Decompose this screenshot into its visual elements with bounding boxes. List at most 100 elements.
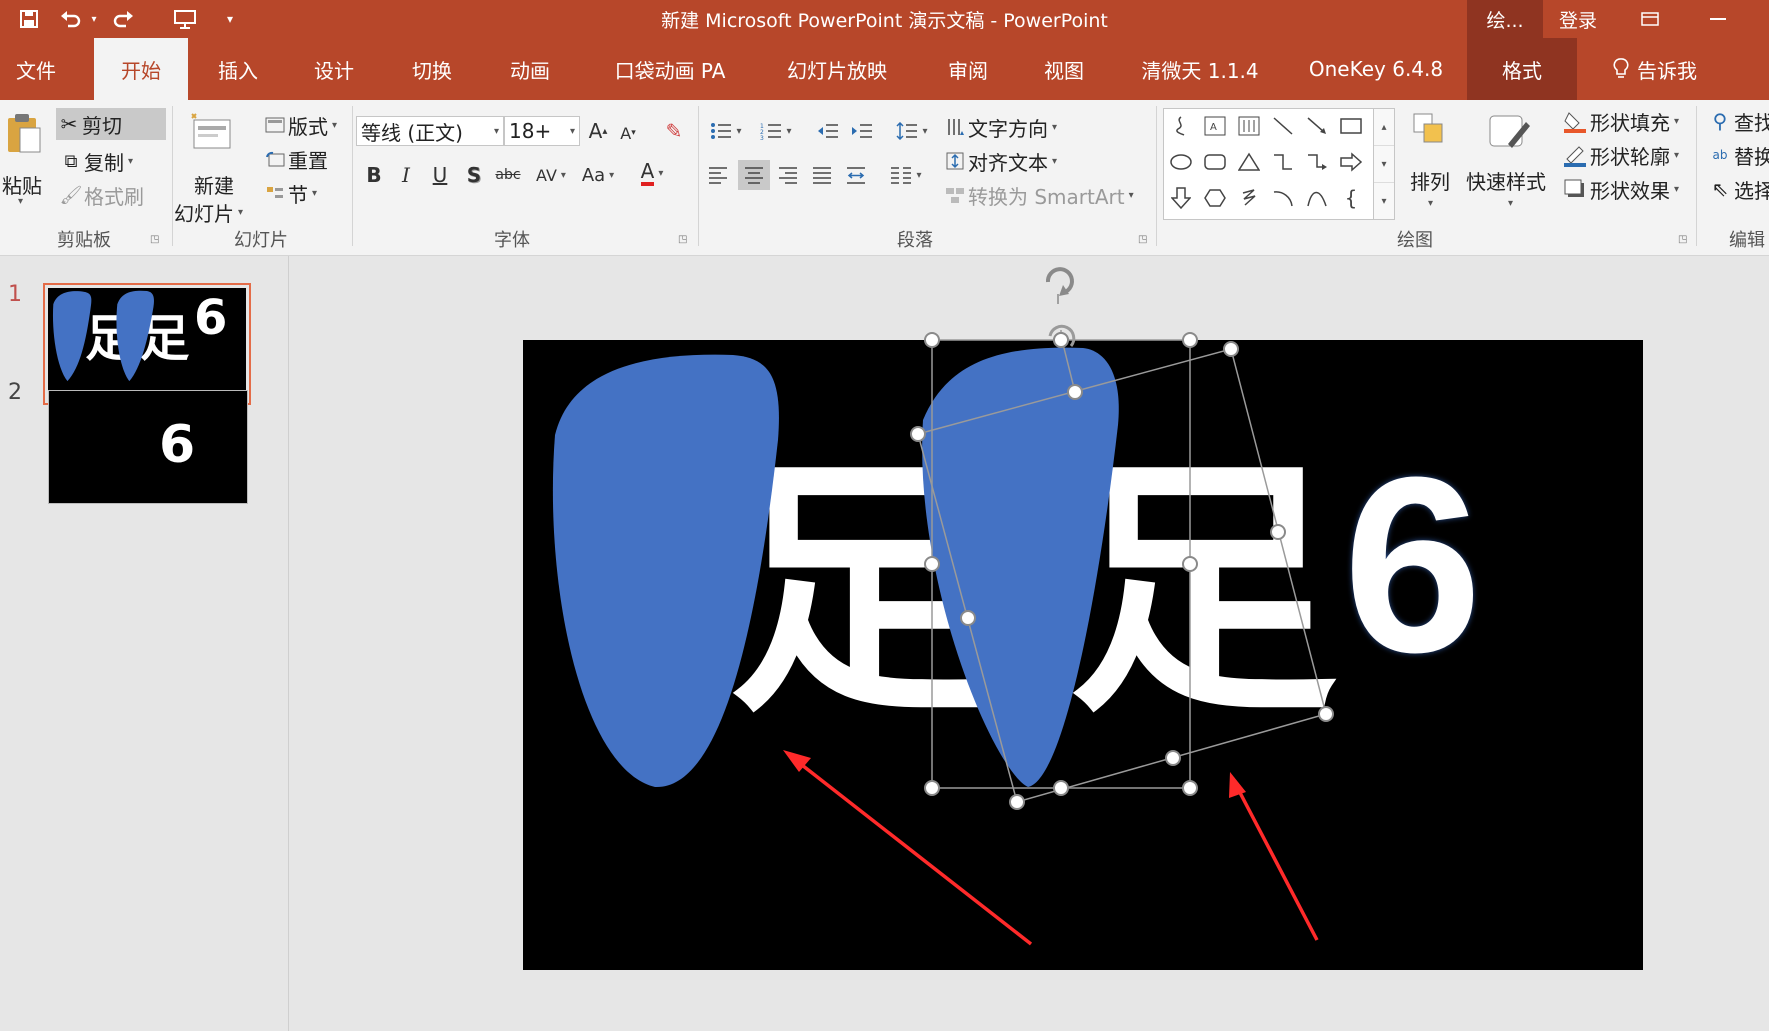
- tab-qingweitian[interactable]: 清微天 1.1.4: [1130, 38, 1270, 100]
- tab-slideshow[interactable]: 幻灯片放映: [772, 38, 902, 100]
- new-slide-label-1[interactable]: 新建: [194, 170, 234, 199]
- justify-icon[interactable]: [808, 160, 836, 190]
- undo-icon[interactable]: [56, 6, 86, 32]
- textbox-icon[interactable]: A: [1200, 111, 1230, 141]
- copy-button[interactable]: ⧉ 复制 ▾: [58, 146, 133, 176]
- increase-indent-icon[interactable]: [848, 116, 876, 146]
- new-slide-button[interactable]: 幻灯片 ▾: [174, 198, 243, 227]
- tab-file[interactable]: 文件: [0, 38, 72, 100]
- undo-dropdown-icon[interactable]: ▾: [88, 6, 100, 32]
- line-icon[interactable]: [1268, 111, 1298, 141]
- text-direction-button[interactable]: 文字方向 ▾: [942, 112, 1057, 142]
- save-icon[interactable]: [16, 6, 42, 32]
- tell-me-button[interactable]: 告诉我: [1590, 38, 1720, 100]
- line-spacing-icon[interactable]: ▾: [892, 116, 932, 146]
- bold-icon[interactable]: B: [360, 160, 388, 190]
- elbow-connector-icon[interactable]: [1268, 147, 1298, 177]
- arrange-button[interactable]: 排列: [1410, 166, 1450, 195]
- oval-icon[interactable]: [1166, 147, 1196, 177]
- triangle-icon[interactable]: [1234, 147, 1264, 177]
- down-arrow-icon[interactable]: [1166, 183, 1196, 213]
- clipboard-launcher-icon[interactable]: ◳: [150, 234, 159, 245]
- rounded-rectangle-icon[interactable]: [1200, 147, 1230, 177]
- arrange-dropdown-icon[interactable]: ▾: [1428, 198, 1433, 209]
- arrange-icon[interactable]: [1410, 110, 1450, 150]
- tab-format[interactable]: 格式: [1467, 38, 1577, 100]
- text-shadow-icon[interactable]: S: [460, 160, 488, 190]
- columns-icon[interactable]: ▾: [886, 160, 926, 190]
- font-color-icon[interactable]: A ▾: [630, 158, 674, 188]
- vertical-textbox-icon[interactable]: [1234, 111, 1264, 141]
- arrow-line-icon[interactable]: [1302, 111, 1332, 141]
- rectangle-icon[interactable]: [1336, 111, 1366, 141]
- layout-button[interactable]: 版式 ▾: [262, 110, 337, 140]
- font-launcher-icon[interactable]: ◳: [678, 234, 687, 245]
- shape-fill-button[interactable]: 形状填充 ▾: [1560, 106, 1679, 136]
- font-size-combo[interactable]: 18+ ▾: [504, 116, 580, 146]
- format-painter-button[interactable]: 🖌 格式刷: [58, 180, 144, 210]
- tab-review[interactable]: 审阅: [930, 38, 1006, 100]
- quick-styles-button[interactable]: 快速样式: [1466, 166, 1546, 195]
- redo-icon[interactable]: [108, 6, 138, 32]
- convert-smartart-button[interactable]: 转换为 SmartArt ▾: [942, 180, 1134, 210]
- clear-formatting-icon[interactable]: ✎: [660, 116, 688, 146]
- context-tab-label[interactable]: 绘...: [1467, 0, 1543, 38]
- decrease-font-size-icon[interactable]: A ▾: [614, 118, 642, 148]
- shapes-gallery-scroll[interactable]: ▴ ▾ ▾: [1373, 108, 1395, 220]
- section-button[interactable]: 节 ▾: [262, 178, 317, 208]
- quick-styles-dropdown-icon[interactable]: ▾: [1508, 198, 1513, 209]
- select-button[interactable]: ⇖ 选择: [1706, 174, 1769, 204]
- underline-icon[interactable]: U: [426, 160, 454, 190]
- paragraph-launcher-icon[interactable]: ◳: [1138, 234, 1147, 245]
- change-case-icon[interactable]: Aa ▾: [576, 160, 620, 190]
- distributed-icon[interactable]: [842, 160, 870, 190]
- align-right-icon[interactable]: [774, 160, 802, 190]
- tab-insert[interactable]: 插入: [200, 38, 276, 100]
- tab-onekey[interactable]: OneKey 6.4.8: [1296, 38, 1456, 100]
- align-center-icon[interactable]: [738, 160, 770, 190]
- tab-view[interactable]: 视图: [1026, 38, 1102, 100]
- gallery-more-icon[interactable]: ▾: [1374, 183, 1394, 219]
- shape-outline-button[interactable]: 形状轮廓 ▾: [1560, 140, 1679, 170]
- cut-button[interactable]: ✂ 剪切: [56, 108, 166, 140]
- minimize-icon[interactable]: [1690, 0, 1746, 38]
- character-spacing-icon[interactable]: AV ▾: [530, 160, 572, 190]
- bullets-icon[interactable]: ▾: [706, 116, 746, 146]
- customize-qat-icon[interactable]: ▾: [222, 6, 238, 32]
- italic-icon[interactable]: I: [392, 160, 420, 190]
- drawing-launcher-icon[interactable]: ◳: [1678, 234, 1687, 245]
- numbering-icon[interactable]: 1 2 3 ▾: [756, 116, 796, 146]
- slide-thumbnail-2[interactable]: 6: [48, 390, 248, 504]
- tab-home[interactable]: 开始: [94, 38, 188, 100]
- inner-rotation-handle-icon[interactable]: [1048, 324, 1076, 348]
- left-brace-icon[interactable]: {: [1336, 183, 1366, 213]
- decrease-indent-icon[interactable]: [814, 116, 842, 146]
- arc-icon[interactable]: [1268, 183, 1298, 213]
- right-arrow-icon[interactable]: [1336, 147, 1366, 177]
- tab-pocket-animation[interactable]: 口袋动画 PA: [600, 38, 740, 100]
- tab-design[interactable]: 设计: [296, 38, 372, 100]
- tab-transitions[interactable]: 切换: [394, 38, 470, 100]
- quick-styles-icon[interactable]: [1486, 110, 1530, 154]
- scroll-down-icon[interactable]: ▾: [1374, 146, 1394, 183]
- align-text-button[interactable]: 对齐文本 ▾: [942, 146, 1057, 176]
- shape-effects-button[interactable]: 形状效果 ▾: [1560, 174, 1679, 204]
- start-slideshow-icon[interactable]: [170, 6, 200, 32]
- pentagon-icon[interactable]: [1200, 183, 1230, 213]
- scroll-up-icon[interactable]: ▴: [1374, 109, 1394, 146]
- shapes-gallery[interactable]: A {: [1163, 108, 1375, 220]
- slide-thumbnail-1[interactable]: 足 足 6: [43, 283, 251, 405]
- paste-button[interactable]: 粘贴: [2, 170, 42, 199]
- strikethrough-icon[interactable]: abc: [494, 160, 522, 190]
- new-slide-icon[interactable]: [188, 112, 234, 152]
- rotation-handle-icon[interactable]: [1029, 260, 1089, 304]
- find-button[interactable]: ⚲ 查找: [1706, 106, 1769, 136]
- ribbon-display-options-icon[interactable]: [1622, 0, 1678, 38]
- increase-font-size-icon[interactable]: A ▴: [584, 116, 612, 146]
- paste-dropdown-icon[interactable]: ▾: [18, 196, 23, 207]
- freeform-scribble-icon[interactable]: [1166, 111, 1196, 141]
- slide-text-6[interactable]: 6: [1343, 440, 1482, 690]
- slide-main[interactable]: 足 足 6: [523, 324, 1643, 970]
- paste-icon[interactable]: [6, 112, 46, 156]
- align-left-icon[interactable]: [704, 160, 732, 190]
